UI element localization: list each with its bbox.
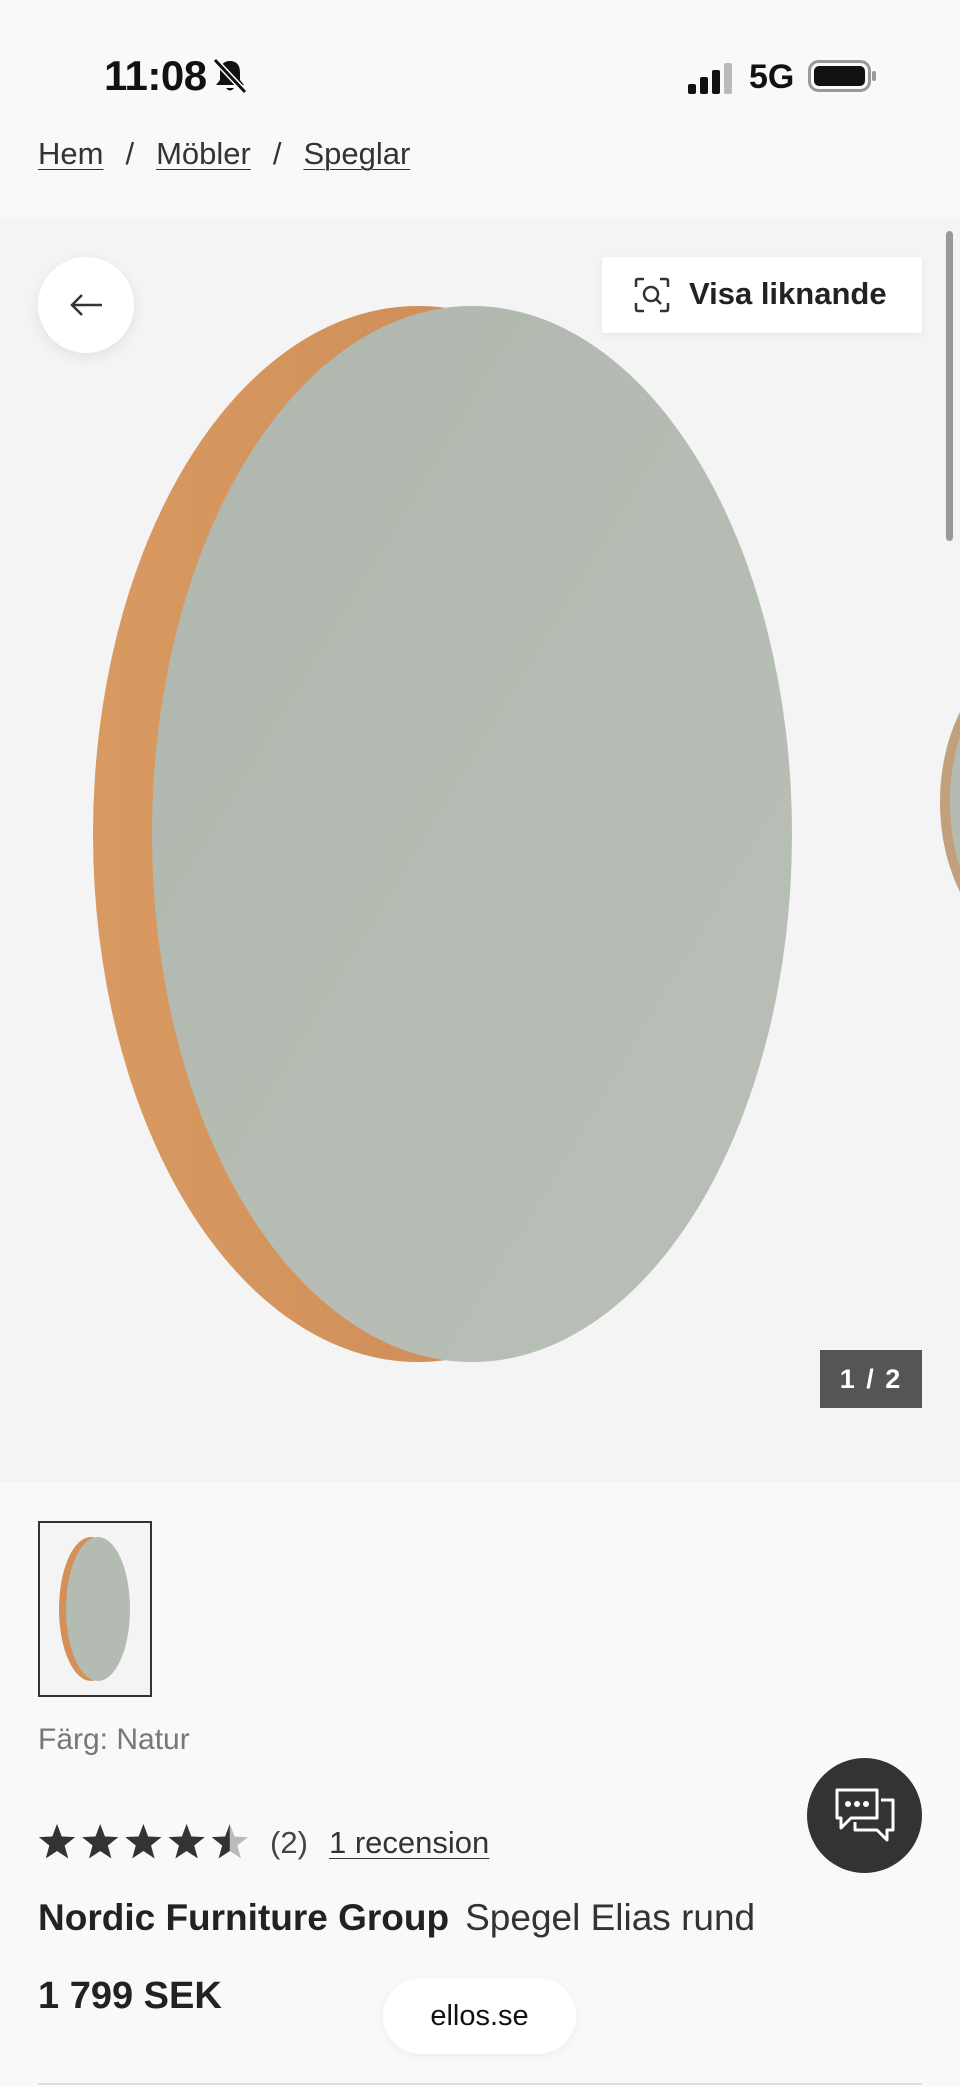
thumbnail-mirror (59, 1537, 130, 1681)
breadcrumb-home[interactable]: Hem (38, 136, 103, 171)
brand-name[interactable]: Nordic Furniture Group (38, 1897, 449, 1938)
status-bar: 11:08 5G (0, 0, 960, 130)
chat-button[interactable] (807, 1758, 922, 1873)
breadcrumb-separator: / (125, 136, 135, 171)
breadcrumb-mirrors[interactable]: Speglar (303, 136, 410, 171)
breadcrumb-separator: / (272, 136, 282, 171)
browser-url-bar[interactable]: ellos.se (383, 1978, 576, 2054)
product-name: Spegel Elias rund (465, 1897, 756, 1938)
breadcrumb: Hem / Möbler / Speglar (38, 136, 410, 172)
arrow-left-icon (70, 294, 102, 316)
product-price: 1 799 SEK (38, 1975, 222, 2017)
rating-stars (38, 1824, 248, 1859)
visual-search-icon (634, 277, 670, 313)
gallery-scrollbar[interactable] (946, 231, 953, 541)
battery-icon (808, 60, 876, 92)
image-counter: 1 / 2 (820, 1350, 922, 1408)
product-title: Nordic Furniture Group Spegel Elias rund (38, 1897, 755, 1939)
star-filled-icon (125, 1824, 162, 1859)
status-time: 11:08 (104, 52, 207, 99)
show-similar-label: Visa liknande (689, 276, 887, 311)
back-button[interactable] (38, 257, 134, 353)
color-label: Färg: Natur (38, 1723, 190, 1756)
show-similar-button[interactable]: Visa liknande (602, 257, 922, 333)
divider (38, 2083, 922, 2085)
star-filled-icon (38, 1824, 76, 1859)
network-type: 5G (749, 58, 795, 96)
product-image[interactable] (0, 217, 960, 1482)
rating-row: (2) 1 recension (38, 1818, 638, 1870)
breadcrumb-furniture[interactable]: Möbler (156, 136, 251, 171)
signal-icon (688, 63, 732, 94)
star-filled-icon (168, 1824, 205, 1859)
reviews-link[interactable]: 1 recension (329, 1825, 489, 1861)
bell-muted-icon (212, 57, 248, 95)
product-image-gallery[interactable]: Visa liknande 1 / 2 (0, 217, 960, 1482)
review-count: (2) (270, 1825, 308, 1860)
chat-bubbles-icon (835, 1788, 895, 1842)
thumbnail-image[interactable] (38, 1521, 152, 1697)
star-filled-icon (82, 1824, 119, 1859)
